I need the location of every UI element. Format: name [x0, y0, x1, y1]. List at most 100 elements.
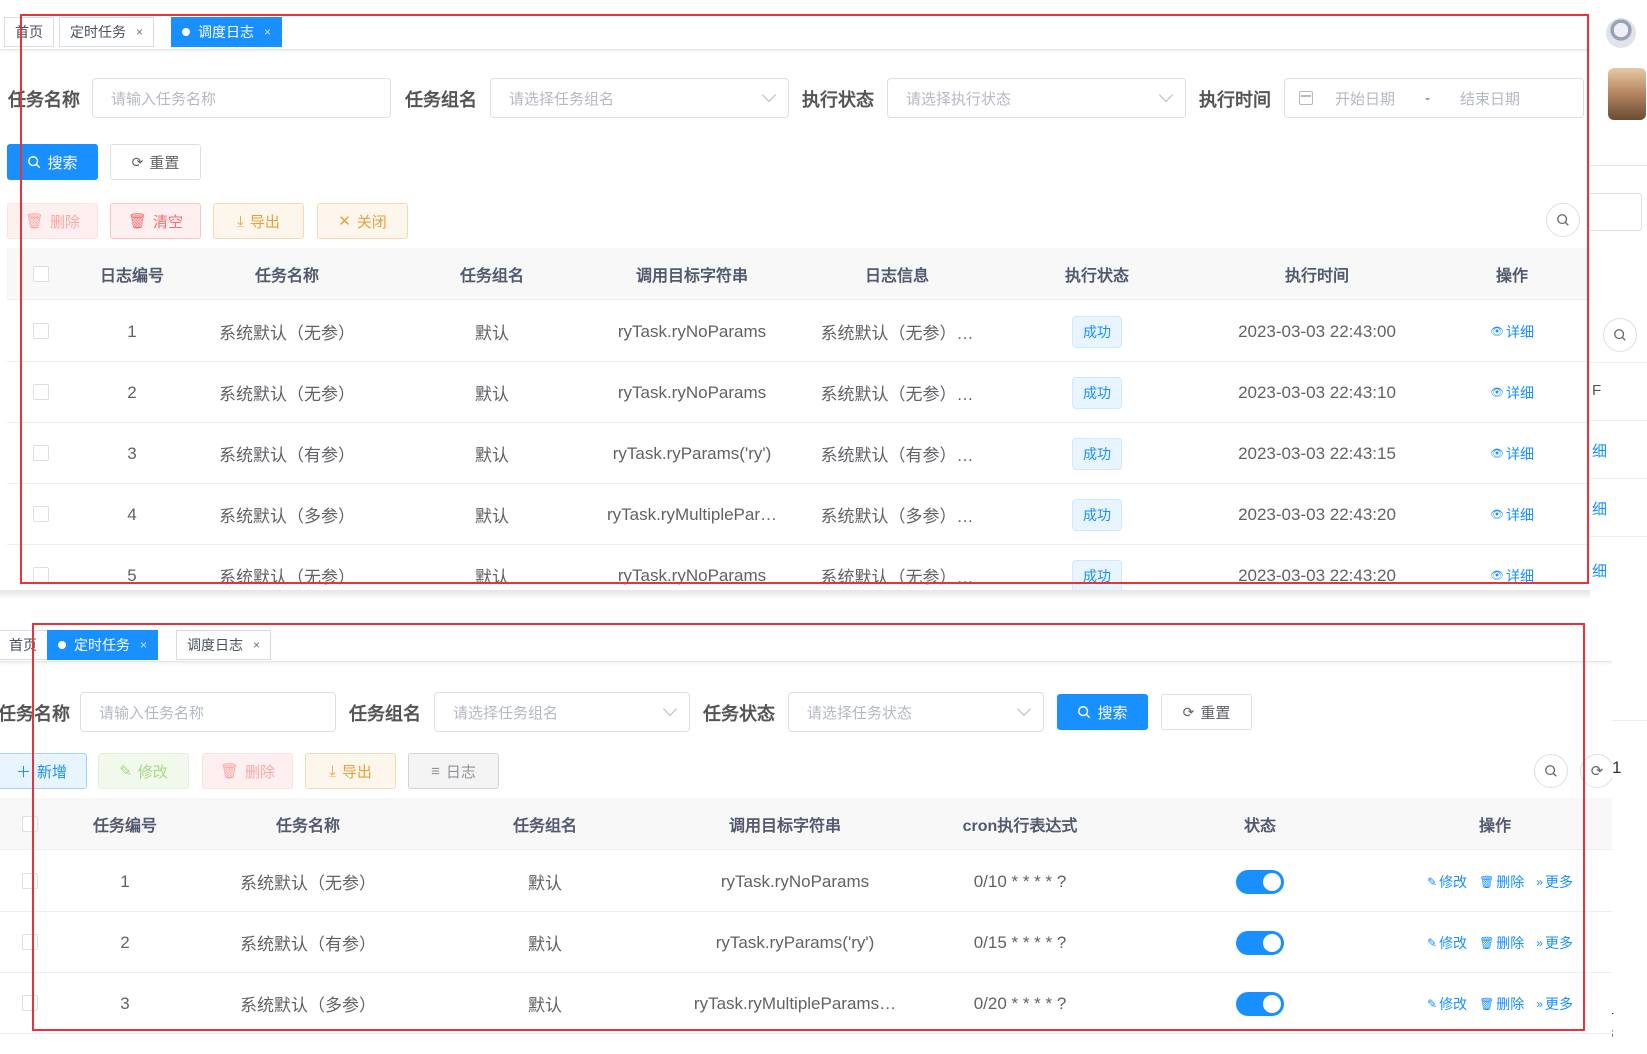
cell-id: 1 [120, 871, 130, 891]
reset-button[interactable]: ⟳ 重置 [110, 144, 201, 180]
row-checkbox[interactable] [33, 323, 49, 339]
row-checkbox[interactable] [22, 995, 38, 1011]
select-all-checkbox[interactable] [33, 266, 49, 282]
col-task-id[interactable]: 任务编号 [75, 798, 175, 850]
col-task-name[interactable]: 任务名称 [187, 248, 387, 300]
edit-button[interactable]: ✎ 修改 [98, 753, 189, 789]
view-detail-link[interactable]: 👁 详细 [1490, 566, 1534, 586]
edit-link[interactable]: ✎ 修改 [1427, 872, 1467, 892]
edit-link[interactable]: ✎ 修改 [1427, 994, 1467, 1014]
table-row[interactable]: 5 系统默认（无参） 默认 ryTask.ryNoParams 系统默认（无参）… 成功 2… [7, 545, 1590, 590]
search-toggle-icon[interactable] [1603, 318, 1637, 352]
table-row[interactable]: 2 系统默认（有参） 默认 ryTask.ryParams('ry') 0/15 * *… [0, 912, 1612, 973]
end-date-placeholder[interactable]: 结束日期 [1460, 88, 1520, 109]
user-avatar[interactable] [1608, 68, 1646, 120]
col-exec-time[interactable]: 执行时间 [1207, 248, 1427, 300]
row-checkbox[interactable] [33, 384, 49, 400]
table-row[interactable]: 1 系统默认（无参） 默认 ryTask.ryNoParams 系统默认（无参）… 成功 2… [7, 301, 1590, 362]
clean-button[interactable]: 🗑 清空 [110, 203, 201, 239]
view-detail-link[interactable]: 👁 详细 [1490, 505, 1534, 525]
row-checkbox[interactable] [22, 873, 38, 889]
close-icon[interactable]: × [253, 638, 260, 652]
search-icon [28, 156, 41, 169]
table-row[interactable]: 3 系统默认（有参） 默认 ryTask.ryParams('ry') 系统默认（有参）… [7, 423, 1590, 484]
search-button[interactable]: 搜索 [7, 144, 98, 180]
cell-info: 系统默认（有参）… [820, 446, 974, 465]
detail-link-fragment[interactable]: 细 [1592, 560, 1607, 581]
detail-link-fragment[interactable]: 细 [1592, 498, 1607, 519]
delete-button[interactable]: 🗑 删除 [202, 753, 293, 789]
refresh-table-button[interactable]: ⟳ [1580, 754, 1612, 788]
status-toggle[interactable] [1236, 991, 1284, 1016]
tab-job-log[interactable]: 调度日志 × [176, 630, 272, 660]
row-checkbox[interactable] [33, 445, 49, 461]
delete-link[interactable]: 🗑 删除 [1479, 933, 1524, 953]
search-button[interactable]: 搜索 [1057, 694, 1148, 730]
tab-scheduled-tasks[interactable]: 定时任务 × [59, 17, 155, 47]
col-task-name[interactable]: 任务名称 [208, 798, 408, 850]
col-task-group[interactable]: 任务组名 [407, 248, 577, 300]
cell-target: ryTask.ryNoParams [617, 321, 767, 341]
tab-label: 调度日志 [198, 24, 254, 40]
close-button[interactable]: ✕ 关闭 [317, 203, 408, 239]
task-status-select[interactable]: 请选择任务状态 [788, 692, 1044, 732]
reset-button[interactable]: ⟳ 重置 [1161, 694, 1252, 730]
row-checkbox[interactable] [33, 506, 49, 522]
close-icon[interactable]: × [264, 25, 271, 39]
task-name-label: 任务名称 [0, 704, 70, 724]
cell-status: 成功 [1007, 423, 1187, 484]
add-button[interactable]: ＋ 新增 [0, 753, 87, 789]
status-toggle[interactable] [1236, 869, 1284, 894]
col-status[interactable]: 状态 [1200, 798, 1320, 850]
col-invoke-target[interactable]: 调用目标字符串 [587, 248, 797, 300]
col-log-id[interactable]: 日志编号 [82, 248, 182, 300]
task-group-select[interactable]: 请选择任务组名 [490, 78, 789, 118]
delete-link[interactable]: 🗑 删除 [1479, 994, 1524, 1014]
status-toggle[interactable] [1236, 930, 1284, 955]
user-avatar-small[interactable] [1606, 18, 1636, 48]
task-group-select[interactable]: 请选择任务组名 [434, 692, 690, 732]
exec-status-select[interactable]: 请选择执行状态 [887, 78, 1186, 118]
col-log-info[interactable]: 日志信息 [797, 248, 997, 300]
col-actions: 操作 [1495, 268, 1528, 285]
row-checkbox[interactable] [22, 934, 38, 950]
task-name-input[interactable]: 请输入任务名称 [80, 692, 336, 732]
view-detail-link[interactable]: 👁 详细 [1490, 383, 1534, 403]
delete-button[interactable]: 🗑 删除 [7, 203, 98, 239]
input-edge[interactable] [1590, 193, 1642, 231]
col-cron[interactable]: cron执行表达式 [920, 798, 1120, 850]
more-link[interactable]: » 更多 [1536, 994, 1573, 1014]
tab-home[interactable]: 首页 [0, 630, 48, 660]
more-link[interactable]: » 更多 [1536, 933, 1573, 953]
delete-link[interactable]: 🗑 删除 [1479, 872, 1524, 892]
export-button[interactable]: ⤓ 导出 [305, 753, 396, 789]
tab-home[interactable]: 首页 [4, 17, 54, 47]
col-invoke-target[interactable]: 调用目标字符串 [680, 798, 890, 850]
more-link[interactable]: » 更多 [1536, 872, 1573, 892]
start-date-placeholder[interactable]: 开始日期 [1335, 88, 1395, 109]
table-row[interactable]: 2 系统默认（无参） 默认 ryTask.ryNoParams 系统默认（无参）… 成功 2… [7, 362, 1590, 423]
col-exec-status[interactable]: 执行状态 [1007, 248, 1187, 300]
detail-link-fragment[interactable]: 细 [1592, 440, 1607, 461]
toggle-search-button[interactable] [1534, 754, 1568, 788]
table-row[interactable]: 1 系统默认（无参） 默认 ryTask.ryNoParams 0/10 * * * *… [0, 851, 1612, 912]
row-checkbox[interactable] [33, 567, 49, 583]
export-button[interactable]: ⤓ 导出 [213, 203, 304, 239]
table-row[interactable]: 4 系统默认（多参） 默认 ryTask.ryMultiplePar… 系统默认（多参）… [7, 484, 1590, 545]
table-row[interactable]: 3 系统默认（多参） 默认 ryTask.ryMultipleParams… 0/20 … [0, 973, 1612, 1034]
col-task-group[interactable]: 任务组名 [460, 798, 630, 850]
view-detail-link[interactable]: 👁 详细 [1490, 444, 1534, 464]
date-range-picker[interactable]: 开始日期 - 结束日期 [1284, 78, 1584, 118]
close-icon[interactable]: × [136, 25, 143, 39]
toggle-search-button[interactable] [1546, 203, 1580, 237]
sliders-icon: ≡ [431, 762, 440, 780]
view-detail-link[interactable]: 👁 详细 [1490, 322, 1534, 342]
tab-job-log[interactable]: 调度日志 × [171, 17, 283, 47]
task-name-input[interactable]: 请输入任务名称 [92, 78, 391, 118]
edit-link[interactable]: ✎ 修改 [1427, 933, 1467, 953]
select-all-checkbox[interactable] [22, 816, 38, 832]
page-number-input[interactable]: 1 [1612, 758, 1621, 778]
close-icon[interactable]: × [140, 638, 147, 652]
tab-scheduled-tasks[interactable]: 定时任务 × [47, 630, 159, 660]
log-button[interactable]: ≡ 日志 [408, 753, 499, 789]
